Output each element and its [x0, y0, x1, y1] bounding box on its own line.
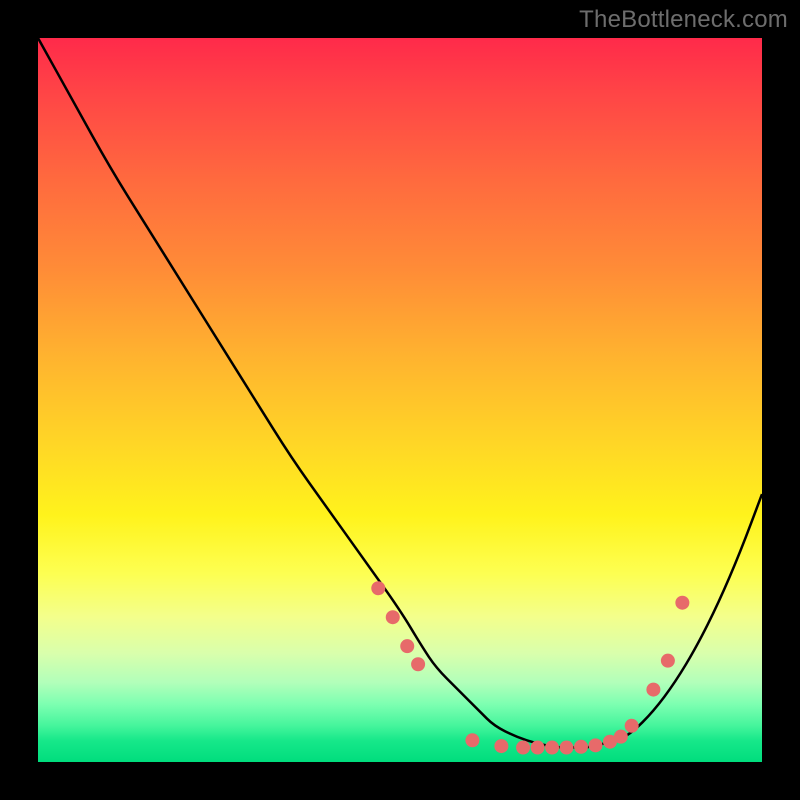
- data-marker: [400, 639, 414, 653]
- data-marker: [625, 719, 639, 733]
- data-marker: [646, 683, 660, 697]
- chart-frame: TheBottleneck.com: [0, 0, 800, 800]
- data-marker: [545, 741, 559, 755]
- data-marker: [494, 739, 508, 753]
- marker-group: [371, 581, 689, 754]
- data-marker: [588, 738, 602, 752]
- curve-svg: [38, 38, 762, 762]
- plot-gradient-area: [38, 38, 762, 762]
- data-marker: [614, 730, 628, 744]
- data-marker: [574, 740, 588, 754]
- watermark-text: TheBottleneck.com: [579, 6, 788, 34]
- data-marker: [531, 741, 545, 755]
- data-marker: [560, 741, 574, 755]
- data-marker: [371, 581, 385, 595]
- data-marker: [516, 741, 530, 755]
- data-marker: [675, 596, 689, 610]
- data-marker: [386, 610, 400, 624]
- bottleneck-curve: [38, 38, 762, 748]
- data-marker: [661, 654, 675, 668]
- data-marker: [465, 733, 479, 747]
- data-marker: [411, 657, 425, 671]
